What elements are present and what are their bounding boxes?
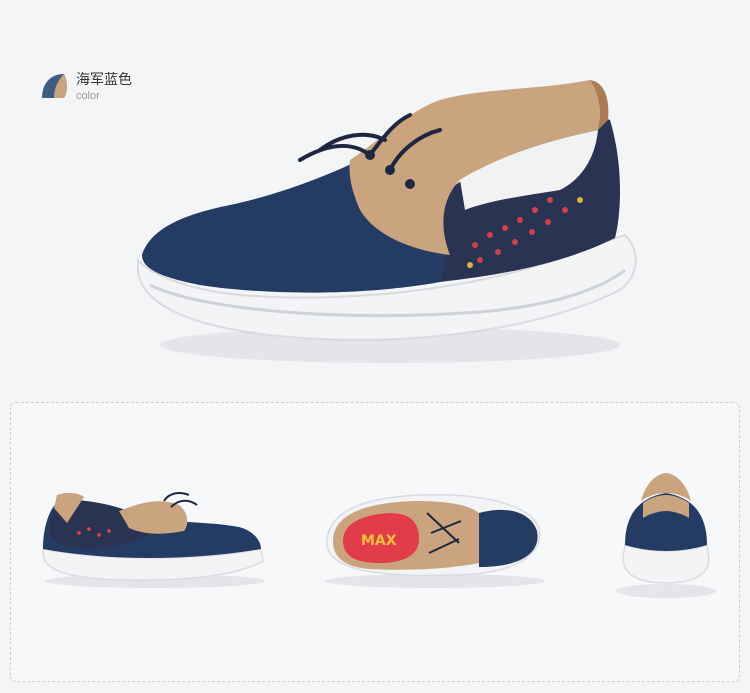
color-subtitle: color	[76, 90, 100, 102]
thumbnail-side-view[interactable]	[39, 483, 271, 593]
thumbnail-top-view[interactable]: MAX	[319, 483, 551, 593]
color-swatch-icon	[42, 74, 67, 98]
thumbnail-back-view[interactable]	[611, 463, 721, 603]
hero-shoe-image	[137, 80, 637, 363]
insole-logo: MAX	[361, 533, 397, 549]
thumbnail-panel: MAX	[10, 402, 740, 682]
